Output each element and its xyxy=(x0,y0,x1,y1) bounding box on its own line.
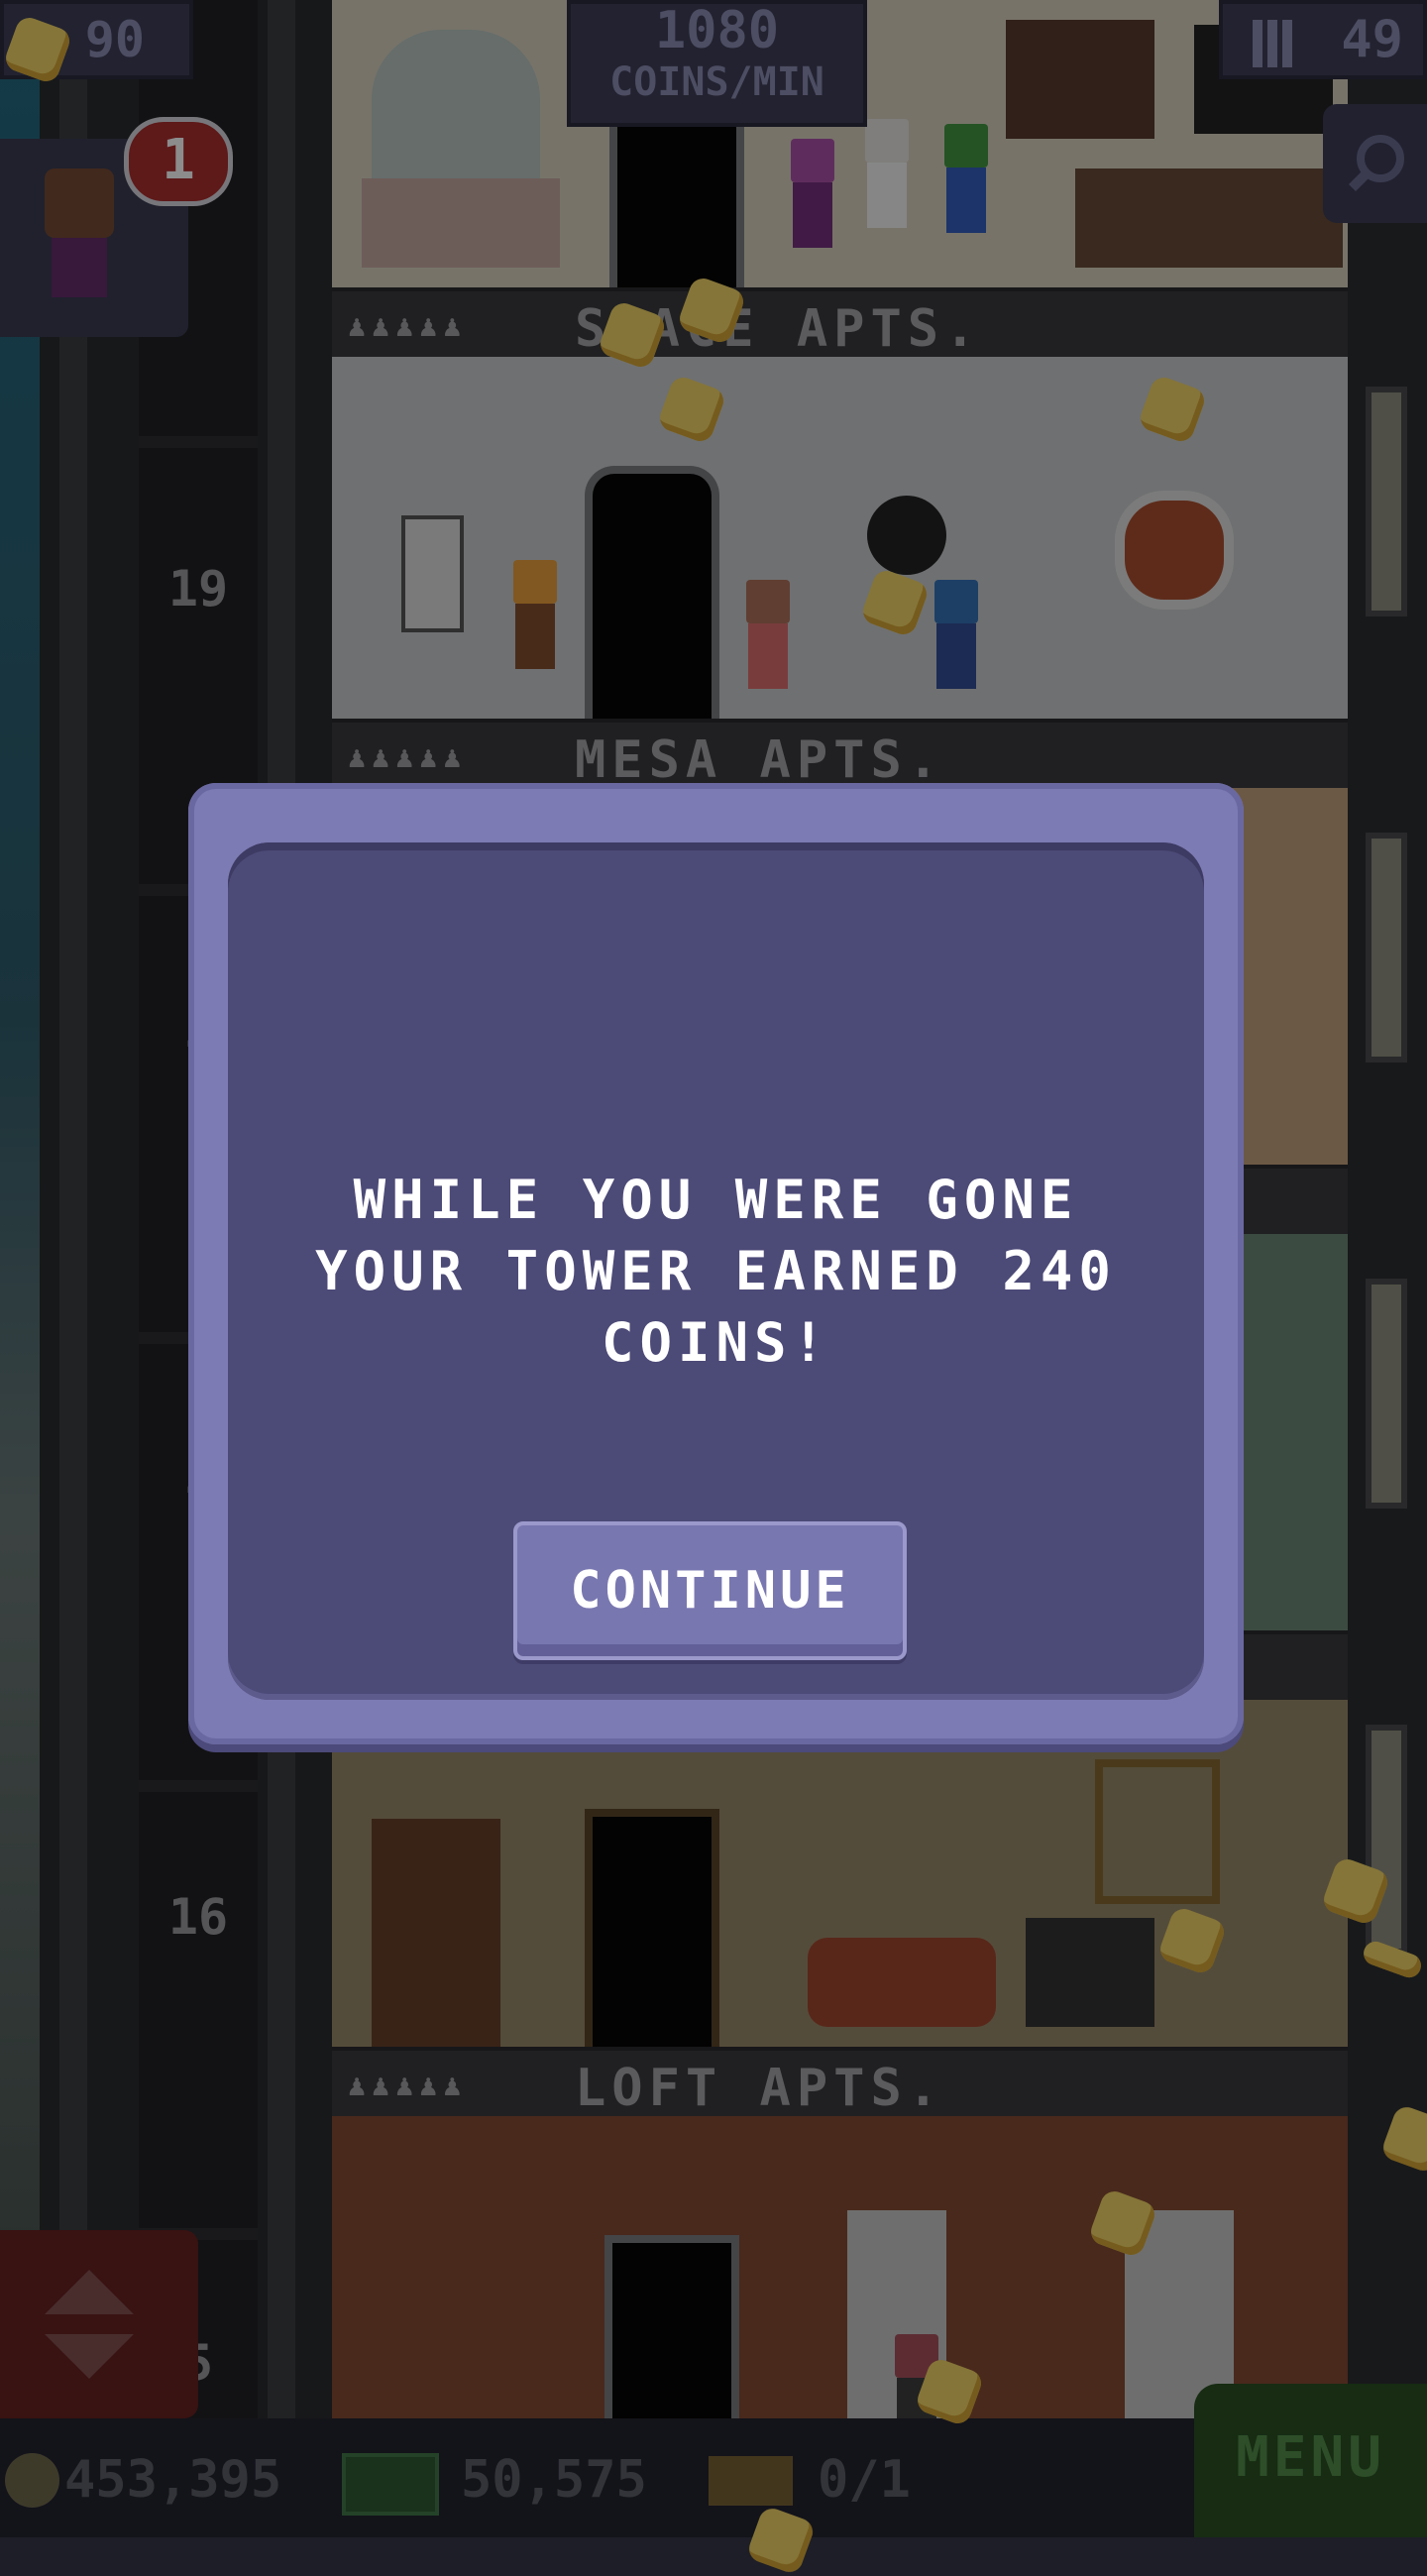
floor-grid-icon xyxy=(1253,20,1292,67)
floor-count-value: 49 xyxy=(1341,10,1403,69)
avatar xyxy=(45,168,114,238)
coins-per-min-value: 1080 xyxy=(654,1,780,60)
elevator-button[interactable] xyxy=(0,2230,198,2418)
top-left-counter-value: 90 xyxy=(84,11,145,68)
window xyxy=(1006,20,1154,139)
wall-panel xyxy=(401,515,464,632)
floor-label: ♟♟♟♟♟ MESA APTS. xyxy=(332,719,1348,792)
search-button[interactable] xyxy=(1323,104,1427,223)
coin-balance: 453,395 xyxy=(64,2450,282,2510)
floor-overgrown[interactable] xyxy=(332,1700,1348,2047)
coin-icon xyxy=(5,2453,59,2508)
floor-door xyxy=(585,466,719,719)
porthole xyxy=(867,496,946,575)
tv-stand xyxy=(1026,1918,1154,2027)
elevator-arrows-icon xyxy=(45,2270,134,2379)
ticket-icon[interactable] xyxy=(709,2456,793,2506)
bitizen[interactable] xyxy=(783,139,842,248)
floor-loft-apts[interactable] xyxy=(332,2116,1348,2418)
floor-door xyxy=(609,119,744,287)
dialog-message: WHILE YOU WERE GONE YOUR TOWER EARNED 24… xyxy=(315,1169,1117,1374)
picture-frame xyxy=(1095,1759,1220,1904)
floor-number: 16 xyxy=(167,1888,229,1946)
sky-strip xyxy=(0,0,40,2537)
porthole-mars xyxy=(1115,491,1234,610)
bitizen[interactable] xyxy=(505,560,565,669)
floor-label: ♟♟♟♟♟ LOFT APTS. xyxy=(332,2047,1348,2120)
menu-button[interactable]: MENU xyxy=(1194,2384,1427,2537)
avatar-body xyxy=(52,238,107,297)
couch xyxy=(808,1938,996,2027)
bitizen-chef[interactable] xyxy=(857,119,917,228)
floor-name: LOFT APTS. xyxy=(575,2059,945,2118)
floor-label: ♟♟♟♟♟ SPACE APTS. xyxy=(332,287,1348,361)
bux-icon[interactable] xyxy=(342,2453,439,2516)
floor-name: MESA APTS. xyxy=(575,730,945,790)
shaft-rail xyxy=(59,0,87,2418)
bitizen[interactable] xyxy=(927,580,986,689)
bux-balance: 50,575 xyxy=(461,2450,647,2510)
search-icon xyxy=(1348,135,1404,192)
ticket-count: 0/1 xyxy=(818,2450,911,2510)
floor-number: 19 xyxy=(167,560,229,617)
notification-badge[interactable]: 1 xyxy=(124,117,233,206)
floor-count-panel[interactable]: 49 xyxy=(1219,0,1427,79)
floor-door xyxy=(585,1809,719,2047)
counter xyxy=(1075,168,1343,268)
right-scroll-column xyxy=(1348,0,1427,2418)
coins-per-min-label: COINS/MIN xyxy=(609,59,824,105)
continue-button[interactable]: CONTINUE xyxy=(513,1521,907,1660)
bitizen[interactable] xyxy=(738,580,798,689)
coins-per-min-panel: 1080 COINS/MIN xyxy=(567,0,867,127)
bookshelf xyxy=(372,1819,500,2047)
table xyxy=(362,178,560,268)
bitizen[interactable] xyxy=(936,124,996,233)
floor-door xyxy=(604,2235,739,2418)
